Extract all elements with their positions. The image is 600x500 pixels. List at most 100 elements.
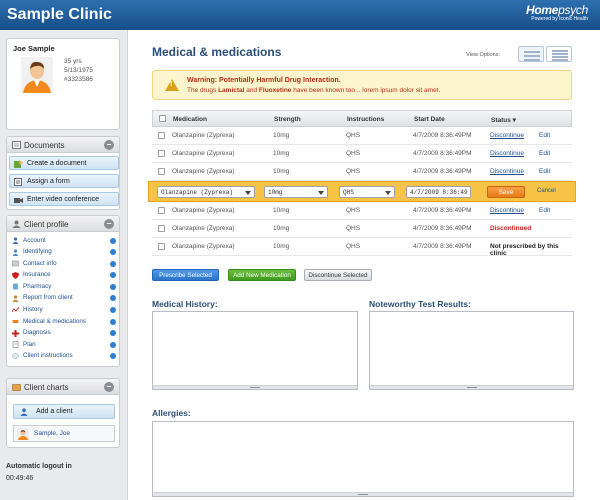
row-checkbox[interactable] [158,225,165,232]
patient-name: Joe Sample [13,44,55,53]
create-document-icon [14,160,23,168]
allergies-title: Allergies: [152,408,191,418]
table-row: Olanzapine (Zyprexa) 10mg QHS 4/7/2009 8… [152,202,572,220]
profile-item-history[interactable]: History [10,305,118,317]
test-results-textarea[interactable] [369,311,574,390]
documents-icon [12,141,21,149]
start-date-input[interactable]: 4/7/2009 8:36:49 [406,186,471,198]
list-view-button[interactable] [546,46,572,62]
discontinue-link[interactable]: Discontinue [490,132,524,139]
row-checkbox[interactable] [158,168,165,175]
table-header: Medication Strength Instructions Start D… [152,110,572,127]
client-profile-icon [12,220,21,228]
edit-link[interactable]: Edit [539,207,550,214]
documents-title: Documents [24,141,65,150]
medical-history-textarea[interactable] [152,311,358,390]
warning-title: Warning: Potentially Harmful Drug Intera… [187,77,341,84]
medical-icon [12,320,19,324]
avatar [17,428,29,440]
pharmacy-icon [13,283,18,290]
collapse-icon[interactable]: − [104,140,114,150]
discontinue-link[interactable]: Discontinue [490,207,524,214]
edit-link[interactable]: Edit [539,132,550,139]
client-charts-title: Client charts [24,383,69,392]
profile-item-identifying[interactable]: Identifying [10,247,118,259]
profile-item-instructions[interactable]: Client instructions [10,351,118,363]
report-icon [12,295,19,302]
table-row: Olanzapine (Zyprexa) 10mg QHS 4/7/2009 8… [152,220,572,238]
resize-handle [153,492,573,496]
view-options-label: View Options: [466,52,500,58]
patient-card: Joe Sample 35 yrs 5/13/1975 #3323586 [6,38,120,130]
client-profile-header[interactable]: Client profile − [7,216,119,232]
test-results-title: Noteworthy Test Results: [369,299,471,309]
profile-item-medical[interactable]: Medical & medications [10,316,118,328]
profile-item-account[interactable]: Account [10,235,118,247]
warning-body: The drugs Lamictal and Fluoxetine have b… [187,87,441,94]
collapse-icon[interactable]: − [104,219,114,229]
status-sort-header[interactable]: Status ▾ [491,116,516,124]
assign-form-button[interactable]: Assign a form [9,174,119,188]
brand-logo: Homepsych Powered by Iconic Health [526,3,588,22]
status-not-prescribed: Not prescribed by this clinic [490,243,559,257]
profile-item-plan[interactable]: Plan [10,339,118,351]
create-document-button[interactable]: Create a document [9,156,119,170]
client-chart-item[interactable]: Sample, Joe [13,425,115,442]
edit-link[interactable]: Edit [539,168,550,175]
patient-id: #3323586 [64,76,93,83]
row-checkbox[interactable] [158,132,165,139]
instructions-icon [12,353,19,359]
strength-select[interactable]: 10mg [264,186,328,198]
arrow-icon [110,295,116,302]
video-conference-button[interactable]: Enter video conference [9,192,119,206]
documents-panel: Documents − Create a document Assign a f… [6,136,120,210]
row-checkbox[interactable] [158,243,165,250]
identifying-icon [12,248,19,256]
arrow-icon [110,260,116,267]
add-client-button[interactable]: Add a client [13,404,115,419]
documents-header[interactable]: Documents − [7,137,119,153]
arrow-icon [110,272,116,279]
profile-item-pharmacy[interactable]: Pharmacy [10,281,118,293]
discontinue-selected-button[interactable]: Discontinue Selected [304,269,372,281]
profile-item-diagnosis[interactable]: Diagnosis [10,328,118,340]
client-charts-panel: Client charts − Add a client Sample, Joe [6,378,120,448]
cancel-link[interactable]: Cancel [537,188,556,194]
profile-item-insurance[interactable]: Insurance [10,270,118,282]
logout-label: Automatic logout in [6,463,72,470]
resize-handle [153,385,357,389]
logout-timer: 00:49:46 [6,475,34,482]
client-charts-header[interactable]: Client charts − [7,379,119,395]
plan-icon [12,341,19,349]
resize-handle [370,385,573,389]
profile-item-report[interactable]: Report from client [10,293,118,305]
chevron-down-icon [245,191,251,195]
chevron-down-icon [385,191,391,195]
patient-age: 35 yrs [64,58,82,65]
arrow-icon [110,330,116,337]
row-checkbox[interactable] [158,207,165,214]
arrow-icon [110,318,116,325]
save-button[interactable]: Save [487,186,525,198]
table-row-editing: Olanzapine (Zyprexa) 10mg QHS 4/7/2009 8… [148,181,576,202]
discontinue-link[interactable]: Discontinue [490,150,524,157]
select-all-checkbox[interactable] [159,115,166,122]
grid-view-button[interactable] [518,46,544,62]
instructions-select[interactable]: QHS [339,186,395,198]
client-profile-title: Client profile [24,220,69,229]
row-checkbox[interactable] [158,150,165,157]
medication-select[interactable]: Olanzapine (Zyprexa) [157,186,255,198]
medical-history-title: Medical History: [152,299,218,309]
collapse-icon[interactable]: − [104,382,114,392]
warning-banner: ! Warning: Potentially Harmful Drug Inte… [152,70,572,100]
edit-link[interactable]: Edit [539,150,550,157]
patient-meta: 35 yrs 5/13/1975 #3323586 [64,57,93,84]
prescribe-selected-button[interactable]: Prescribe Selected [152,269,219,281]
table-row: Olanzapine (Zyprexa) 10mg QHS 4/7/2009 8… [152,238,572,257]
patient-dob: 5/13/1975 [64,67,93,74]
profile-item-contact-info[interactable]: Contact info [10,258,118,270]
add-medication-button[interactable]: Add New Medication [228,269,296,281]
allergies-textarea[interactable] [152,421,574,497]
discontinue-link[interactable]: Discontinue [490,168,524,175]
table-row: Olanzapine (Zyprexa) 10mg QHS 4/7/2009 8… [152,145,572,163]
